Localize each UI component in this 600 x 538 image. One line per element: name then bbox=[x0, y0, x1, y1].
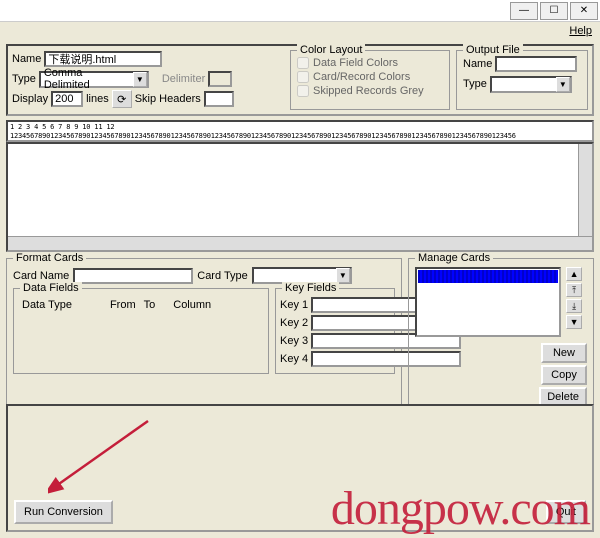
top-controls: Name Type Comma Delimited ▼ Delimiter Di… bbox=[6, 44, 594, 116]
manage-cards-group: Manage Cards ▲ ⤒ ⤓ ▼ New Copy Delete bbox=[408, 258, 594, 414]
close-button[interactable]: ✕ bbox=[570, 2, 598, 20]
output-type-combo[interactable]: ▼ bbox=[490, 76, 572, 93]
new-button[interactable]: New bbox=[541, 343, 587, 363]
help-menu[interactable]: Help bbox=[569, 25, 592, 37]
type-combo[interactable]: Comma Delimited ▼ bbox=[39, 71, 149, 88]
skip-headers-input[interactable] bbox=[204, 91, 234, 107]
col-to: To bbox=[144, 299, 156, 311]
key2-label: Key 2 bbox=[280, 317, 308, 329]
chevron-down-icon[interactable]: ▼ bbox=[133, 72, 147, 87]
ruler: 1 2 3 4 5 6 7 8 9 10 11 12 1234567890123… bbox=[6, 120, 594, 142]
col-column: Column bbox=[173, 299, 211, 311]
move-up-icon[interactable]: ▲ bbox=[566, 267, 582, 281]
name-label: Name bbox=[12, 53, 41, 65]
card-record-colors-checkbox[interactable]: Card/Record Colors bbox=[297, 71, 443, 83]
name-input[interactable] bbox=[44, 51, 162, 67]
output-type-label: Type bbox=[463, 78, 487, 90]
skip-headers-label: Skip Headers bbox=[135, 93, 201, 105]
card-name-input[interactable] bbox=[73, 268, 193, 284]
display-input[interactable] bbox=[51, 91, 83, 107]
color-layout-title: Color Layout bbox=[297, 44, 365, 56]
refresh-icon[interactable]: ⟳ bbox=[112, 90, 132, 108]
chevron-down-icon[interactable]: ▼ bbox=[556, 77, 570, 92]
copy-button[interactable]: Copy bbox=[541, 365, 587, 385]
key1-label: Key 1 bbox=[280, 299, 308, 311]
key3-label: Key 3 bbox=[280, 335, 308, 347]
quit-button[interactable]: Quit bbox=[546, 500, 586, 524]
preview-area bbox=[6, 142, 594, 252]
key-fields-group: Key Fields Key 1 Key 2 Key 3 Key 4 bbox=[275, 288, 395, 374]
key-fields-title: Key Fields bbox=[282, 282, 339, 294]
menubar: Help bbox=[0, 22, 600, 40]
manage-cards-list[interactable] bbox=[415, 267, 561, 337]
output-file-group: Output File Name Type ▼ bbox=[456, 50, 588, 110]
delimiter-label: Delimiter bbox=[162, 73, 205, 85]
format-cards-title: Format Cards bbox=[13, 252, 86, 264]
type-combo-value: Comma Delimited bbox=[41, 67, 133, 91]
ruler-ticks: 1234567890123456789012345678901234567890… bbox=[10, 132, 516, 140]
format-cards-group: Format Cards Card Name Card Type ▼ Data … bbox=[6, 258, 402, 414]
col-from: From bbox=[110, 299, 136, 311]
col-data-type: Data Type bbox=[22, 299, 72, 311]
titlebar: — ☐ ✕ bbox=[0, 0, 600, 22]
data-fields-group: Data Fields Data Type From To Column bbox=[13, 288, 269, 374]
move-bottom-icon[interactable]: ⤓ bbox=[566, 299, 582, 313]
run-conversion-button[interactable]: Run Conversion bbox=[14, 500, 113, 524]
skipped-records-grey-checkbox[interactable]: Skipped Records Grey bbox=[297, 85, 443, 97]
manage-cards-title: Manage Cards bbox=[415, 252, 493, 264]
chevron-down-icon[interactable]: ▼ bbox=[336, 268, 350, 283]
card-name-label: Card Name bbox=[13, 270, 69, 282]
key4-label: Key 4 bbox=[280, 353, 308, 365]
maximize-button[interactable]: ☐ bbox=[540, 2, 568, 20]
lines-label: lines bbox=[86, 93, 109, 105]
input-controls: Name Type Comma Delimited ▼ Delimiter Di… bbox=[12, 50, 284, 110]
card-type-label: Card Type bbox=[197, 270, 248, 282]
data-field-colors-checkbox[interactable]: Data Field Colors bbox=[297, 57, 443, 69]
output-file-title: Output File bbox=[463, 44, 523, 56]
output-name-input[interactable] bbox=[495, 56, 577, 72]
move-down-icon[interactable]: ▼ bbox=[566, 315, 582, 329]
color-layout-group: Color Layout Data Field Colors Card/Reco… bbox=[290, 50, 450, 110]
ruler-numbers: 1 2 3 4 5 6 7 8 9 10 11 12 bbox=[10, 123, 114, 131]
selected-item[interactable] bbox=[418, 270, 558, 283]
output-name-label: Name bbox=[463, 58, 492, 70]
data-fields-title: Data Fields bbox=[20, 282, 82, 294]
horizontal-scrollbar[interactable] bbox=[8, 236, 592, 250]
display-label: Display bbox=[12, 93, 48, 105]
type-label: Type bbox=[12, 73, 36, 85]
vertical-scrollbar[interactable] bbox=[578, 144, 592, 250]
bottom-panel: Run Conversion Quit bbox=[6, 404, 594, 532]
annotation-arrow-icon bbox=[48, 416, 158, 496]
minimize-button[interactable]: — bbox=[510, 2, 538, 20]
delimiter-input bbox=[208, 71, 232, 87]
move-top-icon[interactable]: ⤒ bbox=[566, 283, 582, 297]
